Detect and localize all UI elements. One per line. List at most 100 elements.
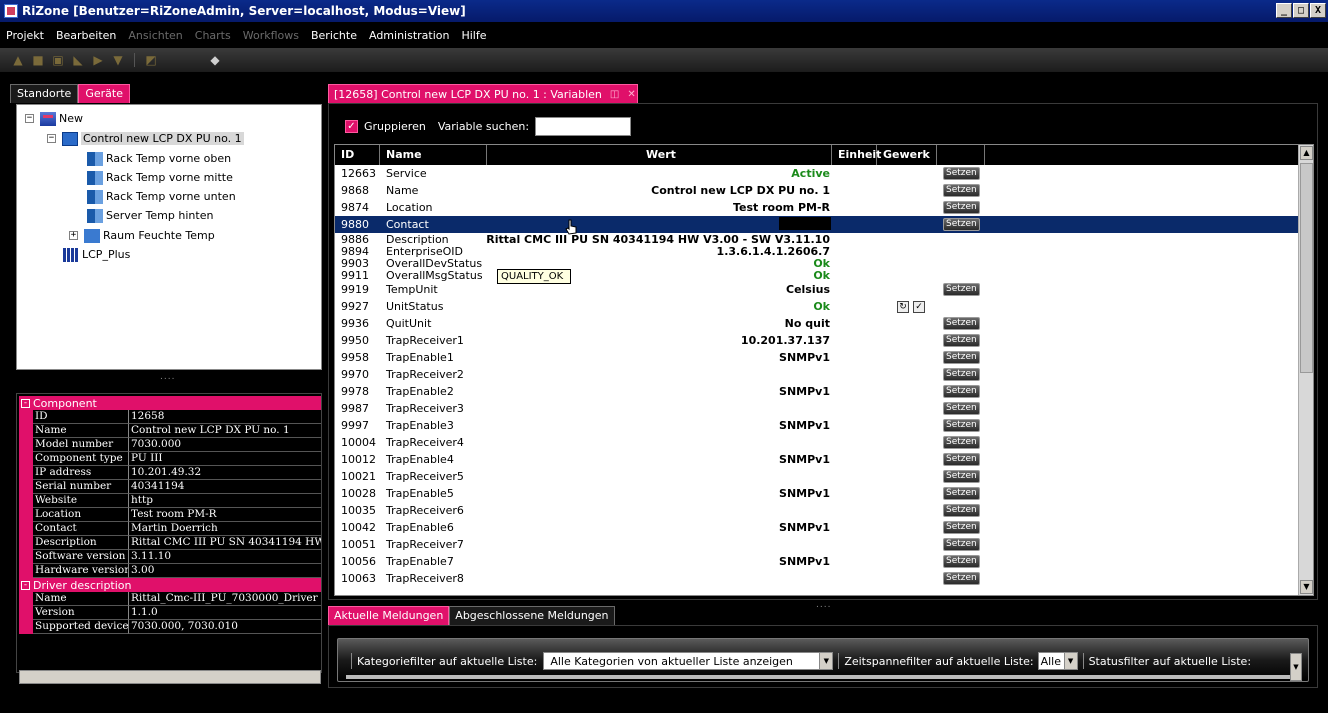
cell-value[interactable] (487, 570, 832, 587)
table-row[interactable]: 9958 TrapEnable1 SNMPv1 Setzen (335, 349, 1299, 366)
table-row[interactable]: 9987 TrapReceiver3 Setzen (335, 400, 1299, 417)
cell-value[interactable]: SNMPv1 (487, 349, 832, 366)
table-row[interactable]: 10063 TrapReceiver8 Setzen (335, 570, 1299, 587)
set-value-button[interactable]: Setzen (943, 317, 980, 330)
set-value-button[interactable]: Setzen (943, 385, 980, 398)
cell-value[interactable]: Ok (487, 257, 832, 269)
float-icon[interactable]: ◫ (610, 89, 619, 100)
table-row[interactable]: 10004 TrapReceiver4 Setzen (335, 434, 1299, 451)
export-icon[interactable]: ◣ (70, 53, 86, 67)
collapse-icon[interactable]: - (21, 398, 30, 408)
menu-ansichten[interactable]: Ansichten (128, 29, 182, 42)
property-row[interactable]: Website http (19, 494, 321, 508)
property-value[interactable]: Rittal_Cmc-III_PU_7030000_Driver (129, 592, 321, 606)
cell-value[interactable]: Control new LCP DX PU no. 1 (487, 182, 832, 199)
component-section-header[interactable]: - Component (19, 396, 321, 410)
tab-variables[interactable]: [12658] Control new LCP DX PU no. 1 : Va… (328, 84, 638, 103)
column-header-name[interactable]: Name (380, 145, 487, 165)
table-row[interactable]: 9886 Description Rittal CMC III PU SN 4034… (335, 233, 1299, 245)
property-value[interactable]: 10.201.49.32 (129, 466, 321, 480)
close-icon[interactable]: ✕ (627, 89, 635, 100)
tab-closed-messages[interactable]: Abgeschlossene Meldungen (449, 606, 615, 625)
table-row[interactable]: 9894 EnterpriseOID 1.3.6.1.4.1.2606.7 (335, 245, 1299, 257)
cell-value[interactable]: SNMPv1 (487, 485, 832, 502)
cell-value[interactable] (487, 468, 832, 485)
set-value-button[interactable]: Setzen (943, 283, 980, 296)
set-value-button[interactable]: Setzen (943, 368, 980, 381)
set-value-button[interactable]: Setzen (943, 218, 980, 231)
cell-value[interactable] (487, 400, 832, 417)
menu-administration[interactable]: Administration (369, 29, 450, 42)
property-row[interactable]: Location Test room PM-R (19, 508, 321, 522)
table-row[interactable]: 9927 UnitStatus Ok ↻ ✓ (335, 298, 1299, 315)
property-row[interactable]: Description Rittal CMC III PU SN 40341194… (19, 536, 321, 550)
property-value[interactable]: 1.1.0 (129, 606, 321, 620)
set-value-button[interactable]: Setzen (943, 334, 980, 347)
tab-standorte[interactable]: Standorte (10, 84, 79, 103)
property-row[interactable]: IP address 10.201.49.32 (19, 466, 321, 480)
property-horizontal-scrollbar[interactable] (19, 670, 321, 684)
property-value[interactable]: 7030.000 (129, 438, 321, 452)
table-row[interactable]: 10056 TrapEnable7 SNMPv1 Setzen (335, 553, 1299, 570)
reset-icon[interactable]: ↻ (897, 300, 909, 313)
tree-node[interactable]: Server Temp hinten (87, 206, 213, 225)
table-row[interactable]: 9970 TrapReceiver2 Setzen (335, 366, 1299, 383)
tree-node[interactable]: − New (25, 109, 83, 128)
property-row[interactable]: Name Rittal_Cmc-III_PU_7030000_Driver (19, 592, 321, 606)
cell-value[interactable] (487, 502, 832, 519)
tree-node[interactable]: Rack Temp vorne unten (87, 187, 236, 206)
maximize-button[interactable]: □ (1293, 3, 1309, 18)
filter-horizontal-scrollbar[interactable] (346, 675, 1302, 679)
splitter-grip[interactable]: .... (160, 372, 175, 382)
table-row[interactable]: 10021 TrapReceiver5 Setzen (335, 468, 1299, 485)
category-filter-select[interactable]: Alle Kategorien von aktueller Liste anze… (543, 652, 834, 670)
tree-node[interactable]: LCP_Plus (63, 245, 130, 264)
column-header-unit[interactable]: Einheit (832, 145, 881, 165)
set-value-button[interactable]: Setzen (943, 572, 980, 585)
table-row[interactable]: 9950 TrapReceiver1 10.201.37.137 Setzen (335, 332, 1299, 349)
cell-value[interactable] (487, 434, 832, 451)
property-row[interactable]: Component type PU III (19, 452, 321, 466)
minimize-button[interactable]: _ (1276, 3, 1292, 18)
scroll-up-icon[interactable]: ▲ (1300, 146, 1313, 160)
table-row[interactable]: 9874 Location Test room PM-R Setzen (335, 199, 1299, 216)
expand-icon[interactable]: + (69, 231, 78, 240)
cell-value[interactable]: SNMPv1 (487, 383, 832, 400)
property-value[interactable]: Rittal CMC III PU SN 40341194 HW \ (129, 536, 321, 550)
variable-search-input[interactable] (535, 116, 632, 136)
set-value-button[interactable]: Setzen (943, 201, 980, 214)
property-value[interactable]: Test room PM-R (129, 508, 321, 522)
chevron-down-icon[interactable]: ▼ (1063, 653, 1077, 669)
property-value[interactable]: Martin Doerrich (129, 522, 321, 536)
property-value[interactable]: 3.11.10 (129, 550, 321, 564)
table-row[interactable]: 12663 Service Active Setzen (335, 165, 1299, 182)
import-icon[interactable]: ▶ (90, 53, 106, 67)
set-value-button[interactable]: Setzen (943, 167, 980, 180)
property-row[interactable]: Supported devices 7030.000, 7030.010 (19, 620, 321, 634)
property-row[interactable]: Software version 3.11.10 (19, 550, 321, 564)
table-row[interactable]: 9919 TempUnit Celsius Setzen (335, 281, 1299, 298)
property-value[interactable]: 7030.000, 7030.010 (129, 620, 321, 634)
set-value-button[interactable]: Setzen (943, 184, 980, 197)
tab-current-messages[interactable]: Aktuelle Meldungen (328, 606, 450, 625)
menu-bearbeiten[interactable]: Bearbeiten (56, 29, 116, 42)
property-row[interactable]: ID 12658 (19, 410, 321, 424)
property-value[interactable]: Control new LCP DX PU no. 1 (129, 424, 321, 438)
cell-value[interactable]: SNMPv1 (487, 417, 832, 434)
scroll-thumb[interactable] (1300, 163, 1313, 373)
set-value-button[interactable]: Setzen (943, 555, 980, 568)
cell-value[interactable]: SNMPv1 (487, 451, 832, 468)
chart-icon[interactable]: ◩ (143, 53, 159, 67)
table-row[interactable]: 9911 OverallMsgStatus Ok (335, 269, 1299, 281)
table-row[interactable]: 10042 TrapEnable6 SNMPv1 Setzen (335, 519, 1299, 536)
cell-value[interactable] (487, 366, 832, 383)
property-value[interactable]: PU III (129, 452, 321, 466)
tree-node[interactable]: Rack Temp vorne mitte (87, 168, 233, 187)
table-row[interactable]: 10035 TrapReceiver6 Setzen (335, 502, 1299, 519)
property-row[interactable]: Name Control new LCP DX PU no. 1 (19, 424, 321, 438)
new-icon[interactable]: ▲ (10, 53, 26, 67)
collapse-icon[interactable]: − (47, 134, 56, 143)
property-value[interactable]: 3.00 (129, 564, 321, 578)
column-header-trade[interactable]: Gewerk (877, 145, 937, 165)
set-value-button[interactable]: Setzen (943, 504, 980, 517)
